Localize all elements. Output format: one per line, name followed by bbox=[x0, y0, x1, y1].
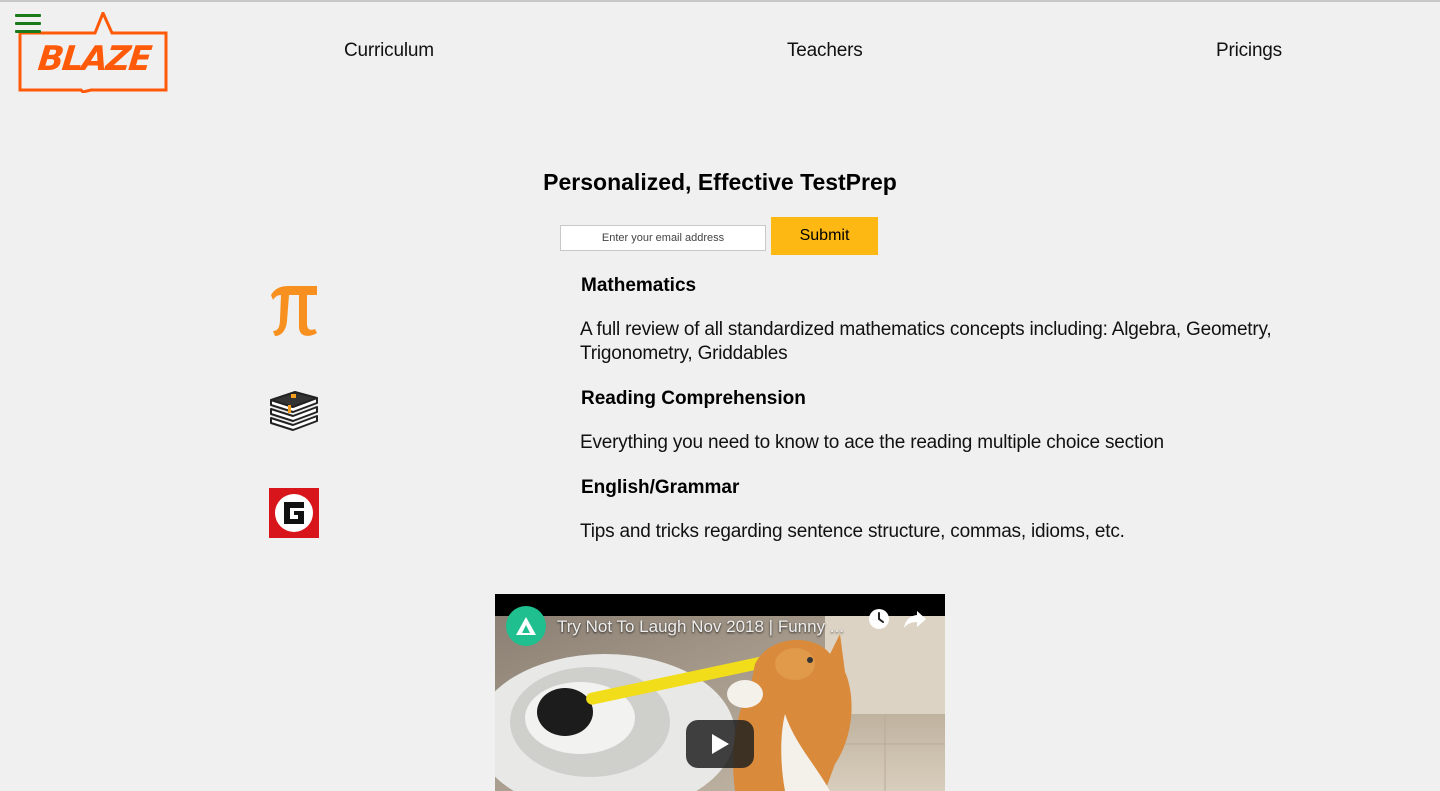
email-input[interactable] bbox=[560, 225, 766, 251]
subject-title-english: English/Grammar bbox=[581, 477, 740, 498]
share-icon[interactable] bbox=[903, 608, 927, 630]
watch-later-icon[interactable] bbox=[868, 608, 890, 630]
top-border bbox=[0, 0, 1440, 2]
subject-desc-reading: Everything you need to know to ace the r… bbox=[580, 432, 1164, 453]
books-icon bbox=[269, 388, 319, 438]
video-title[interactable]: Try Not To Laugh Nov 2018 | Funny ... bbox=[557, 617, 844, 637]
subject-title-reading: Reading Comprehension bbox=[581, 388, 806, 409]
hero-title: Personalized, Effective TestPrep bbox=[543, 169, 897, 195]
logo-text: BLAZE bbox=[36, 39, 154, 79]
submit-button[interactable]: Submit bbox=[771, 217, 878, 255]
pi-icon bbox=[269, 283, 319, 336]
video-embed[interactable]: Try Not To Laugh Nov 2018 | Funny ... bbox=[495, 594, 945, 791]
play-button-icon[interactable] bbox=[686, 720, 754, 768]
channel-avatar-icon[interactable] bbox=[506, 606, 546, 646]
hamburger-icon[interactable] bbox=[15, 14, 41, 36]
subject-desc-mathematics: A full review of all standardized mathem… bbox=[580, 319, 1272, 364]
subject-desc-english: Tips and tricks regarding sentence struc… bbox=[580, 521, 1125, 542]
nav-teachers[interactable]: Teachers bbox=[787, 40, 863, 62]
subject-title-mathematics: Mathematics bbox=[581, 275, 697, 296]
nav-curriculum[interactable]: Curriculum bbox=[344, 40, 434, 62]
grammar-g-icon bbox=[269, 488, 319, 538]
nav-pricings[interactable]: Pricings bbox=[1216, 40, 1282, 62]
